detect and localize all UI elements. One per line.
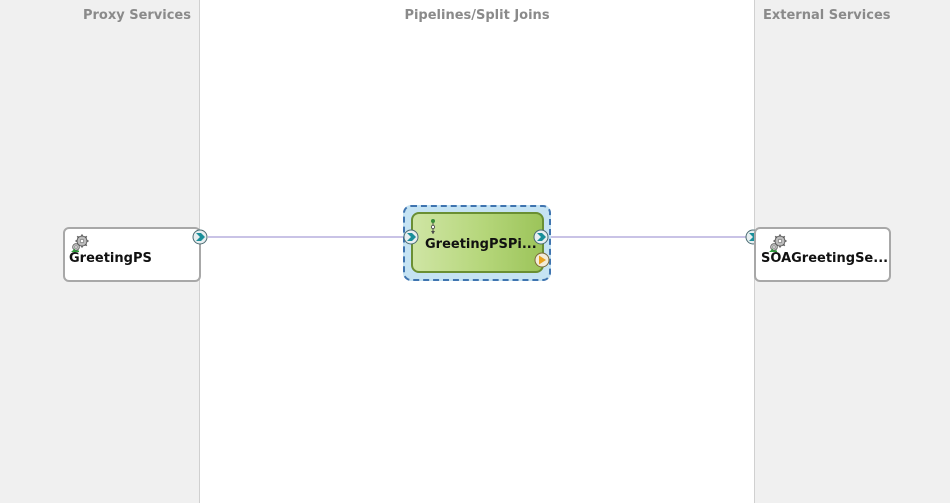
pipeline-node[interactable]: GreetingPSPi...	[411, 212, 544, 273]
pipeline-fault-port-icon[interactable]	[534, 252, 550, 268]
pipeline-icon	[431, 219, 436, 234]
external-service-name: SOAGreetingSe...	[761, 251, 889, 266]
gear-icon	[71, 234, 89, 252]
pipelines-title: Pipelines/Split Joins	[404, 8, 550, 23]
wire-pipeline-to-external[interactable]	[549, 236, 746, 238]
gear-icon	[769, 234, 787, 252]
wire-proxy-to-pipeline[interactable]	[208, 236, 404, 238]
pipeline-inbound-port-icon[interactable]	[403, 229, 419, 245]
proxy-service-node[interactable]: GreetingPS	[63, 227, 201, 282]
pipeline-name: GreetingPSPi...	[425, 237, 537, 252]
proxy-service-name: GreetingPS	[69, 251, 152, 266]
pipeline-outbound-port-icon[interactable]	[533, 229, 549, 245]
proxy-service-outbound-port-icon[interactable]	[192, 229, 208, 245]
external-services-title: External Services	[763, 8, 891, 23]
external-service-node[interactable]: SOAGreetingSe...	[754, 227, 891, 282]
proxy-services-title: Proxy Services	[82, 8, 191, 23]
